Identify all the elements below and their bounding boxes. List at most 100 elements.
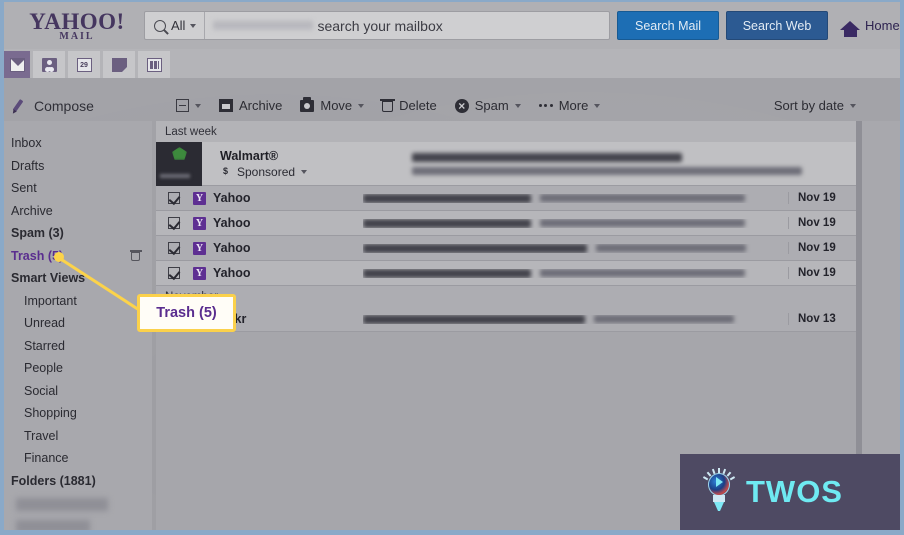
move-button[interactable]: Move bbox=[300, 96, 365, 113]
sponsored-sender: Walmart® bbox=[220, 148, 279, 163]
message-subject-redacted bbox=[363, 314, 585, 324]
trash-empty-icon[interactable] bbox=[129, 250, 142, 262]
bulb-glass bbox=[708, 473, 730, 496]
search-placeholder-text: search your mailbox bbox=[317, 17, 443, 34]
search-scope-label: All bbox=[171, 18, 186, 33]
home-link[interactable]: Home bbox=[840, 18, 900, 37]
sidebar-item-inbox[interactable]: Inbox bbox=[4, 132, 152, 155]
sidebar-item-unread[interactable]: Unread bbox=[4, 312, 152, 335]
row-checkbox[interactable] bbox=[168, 192, 180, 204]
spam-button[interactable]: Spam bbox=[454, 98, 521, 113]
envelope-icon bbox=[9, 57, 25, 72]
message-sender: Yahoo bbox=[213, 266, 251, 280]
sidebar-item-drafts[interactable]: Drafts bbox=[4, 155, 152, 178]
select-all-icon bbox=[176, 99, 189, 112]
sidebar-item-trash[interactable]: Trash (5) bbox=[4, 245, 152, 268]
table-row[interactable]: Yahoo Nov 19 bbox=[156, 186, 856, 211]
sponsored-message-row[interactable]: Walmart® Sponsored bbox=[156, 142, 856, 186]
search-input[interactable]: search your mailbox bbox=[205, 12, 609, 39]
message-date: Nov 19 bbox=[788, 217, 856, 229]
calendar-icon: 29 bbox=[76, 57, 92, 72]
chevron-down-icon[interactable] bbox=[301, 169, 308, 174]
sidebar-item-people[interactable]: People bbox=[4, 357, 152, 380]
sponsored-sender-block: Walmart® Sponsored bbox=[202, 142, 412, 185]
row-checkbox[interactable] bbox=[168, 267, 180, 279]
row-checkbox[interactable] bbox=[168, 242, 180, 254]
message-subject-redacted bbox=[363, 268, 531, 278]
sidebar-item-starred[interactable]: Starred bbox=[4, 335, 152, 358]
message-sender: Yahoo bbox=[213, 241, 251, 255]
app-tab-mail[interactable] bbox=[4, 51, 30, 78]
sidebar-item-archive[interactable]: Archive bbox=[4, 200, 152, 223]
message-date: Nov 19 bbox=[788, 267, 856, 279]
more-button[interactable]: More bbox=[538, 98, 601, 113]
search-mail-button[interactable]: Search Mail bbox=[617, 11, 719, 40]
table-row[interactable]: Yahoo Nov 19 bbox=[156, 236, 856, 261]
sidebar-item-finance[interactable]: Finance bbox=[4, 447, 152, 470]
yahoo-icon bbox=[193, 241, 206, 255]
search-scope-dropdown[interactable]: All bbox=[145, 12, 206, 39]
table-row[interactable]: Flickr Nov 13 bbox=[156, 307, 856, 332]
sidebar-section-folders[interactable]: Folders (1881) bbox=[4, 470, 152, 493]
message-subject-redacted bbox=[363, 218, 531, 228]
callout-anchor-dot bbox=[54, 252, 64, 262]
bulb-neck bbox=[713, 495, 725, 502]
archive-label: Archive bbox=[239, 98, 283, 113]
compose-label: Compose bbox=[34, 97, 94, 114]
search-icon bbox=[154, 19, 166, 32]
message-date: Nov 19 bbox=[788, 242, 856, 254]
message-preview bbox=[363, 243, 788, 253]
table-row[interactable]: Yahoo Nov 19 bbox=[156, 211, 856, 236]
search-bar[interactable]: All search your mailbox bbox=[144, 11, 610, 40]
twos-watermark: TWOS bbox=[680, 454, 900, 530]
sidebar-item-shopping[interactable]: Shopping bbox=[4, 402, 152, 425]
message-snippet-redacted bbox=[540, 269, 745, 277]
callout-label: Trash (5) bbox=[156, 305, 217, 321]
sponsored-tag[interactable]: Sponsored bbox=[220, 165, 412, 179]
chevron-down-icon bbox=[190, 23, 197, 28]
spam-shield-icon bbox=[454, 98, 469, 113]
dollar-icon bbox=[220, 166, 231, 177]
app-tab-contacts[interactable] bbox=[33, 51, 65, 78]
ellipsis-icon bbox=[538, 104, 553, 107]
yahoo-mail-logo[interactable]: YAHOO! MAIL bbox=[4, 10, 144, 42]
chevron-down-icon bbox=[195, 103, 201, 108]
message-snippet-redacted bbox=[540, 219, 745, 227]
move-folder-icon bbox=[300, 96, 315, 112]
sponsored-snippet-redacted bbox=[412, 166, 802, 175]
spam-label: Spam bbox=[474, 98, 509, 113]
callout-box: Trash (5) bbox=[137, 294, 236, 332]
sidebar-item-sent[interactable]: Sent bbox=[4, 177, 152, 200]
redacted-folder-item bbox=[16, 520, 90, 530]
pencil-icon bbox=[11, 99, 25, 113]
sort-by-date-dropdown[interactable]: Sort by date bbox=[774, 98, 856, 113]
compose-button[interactable]: Compose bbox=[4, 98, 164, 114]
yahoo-icon bbox=[193, 216, 206, 230]
table-row[interactable]: Yahoo Nov 19 bbox=[156, 261, 856, 286]
archive-button[interactable]: Archive bbox=[219, 98, 282, 113]
lightbulb-icon bbox=[702, 468, 736, 514]
yahoo-icon bbox=[193, 266, 206, 280]
message-preview bbox=[363, 268, 788, 278]
message-date: Nov 19 bbox=[788, 192, 856, 204]
app-tab-notepad[interactable] bbox=[103, 51, 135, 78]
action-toolbar: Compose Archive Move Delete Spa bbox=[4, 90, 900, 121]
chevron-down-icon bbox=[514, 103, 521, 108]
row-checkbox[interactable] bbox=[168, 217, 180, 229]
message-snippet-redacted bbox=[540, 194, 745, 202]
yahoo-mail-window: YAHOO! MAIL All search your mailbox Sear… bbox=[0, 0, 904, 535]
select-all-dropdown[interactable] bbox=[176, 99, 201, 112]
app-tab-calendar[interactable]: 29 bbox=[68, 51, 100, 78]
home-label: Home bbox=[865, 18, 900, 33]
sidebar-item-social[interactable]: Social bbox=[4, 380, 152, 403]
sidebar-item-important[interactable]: Important bbox=[4, 290, 152, 313]
sidebar-item-travel[interactable]: Travel bbox=[4, 425, 152, 448]
sort-label: Sort by date bbox=[773, 98, 844, 113]
chevron-down-icon bbox=[358, 103, 365, 108]
search-web-button[interactable]: Search Web bbox=[726, 11, 828, 40]
delete-button[interactable]: Delete bbox=[380, 98, 437, 113]
app-tab-news[interactable] bbox=[138, 51, 170, 78]
list-group-header-november: November bbox=[156, 286, 856, 307]
home-icon bbox=[840, 21, 860, 37]
sidebar-item-spam[interactable]: Spam (3) bbox=[4, 222, 152, 245]
